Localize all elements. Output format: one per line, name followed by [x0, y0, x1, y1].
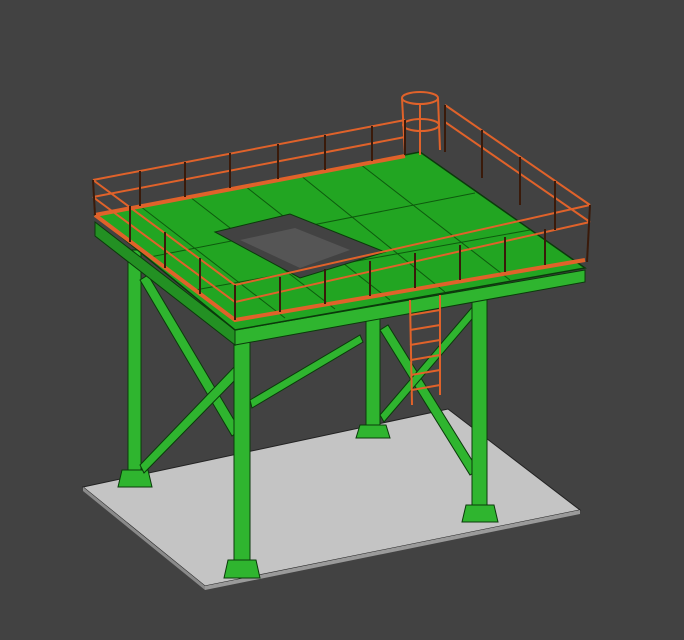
ladder-cage [401, 91, 441, 156]
3d-viewport[interactable] [0, 0, 684, 640]
base-plate [81, 408, 582, 587]
brace [249, 334, 364, 409]
column-right [471, 289, 488, 513]
column-base-front [223, 559, 261, 579]
column-base-back [355, 424, 391, 439]
platform-model [81, 91, 591, 590]
column-base-left [117, 469, 153, 488]
column-front [233, 334, 251, 571]
column-base-right [461, 504, 499, 523]
column-left [127, 249, 142, 481]
